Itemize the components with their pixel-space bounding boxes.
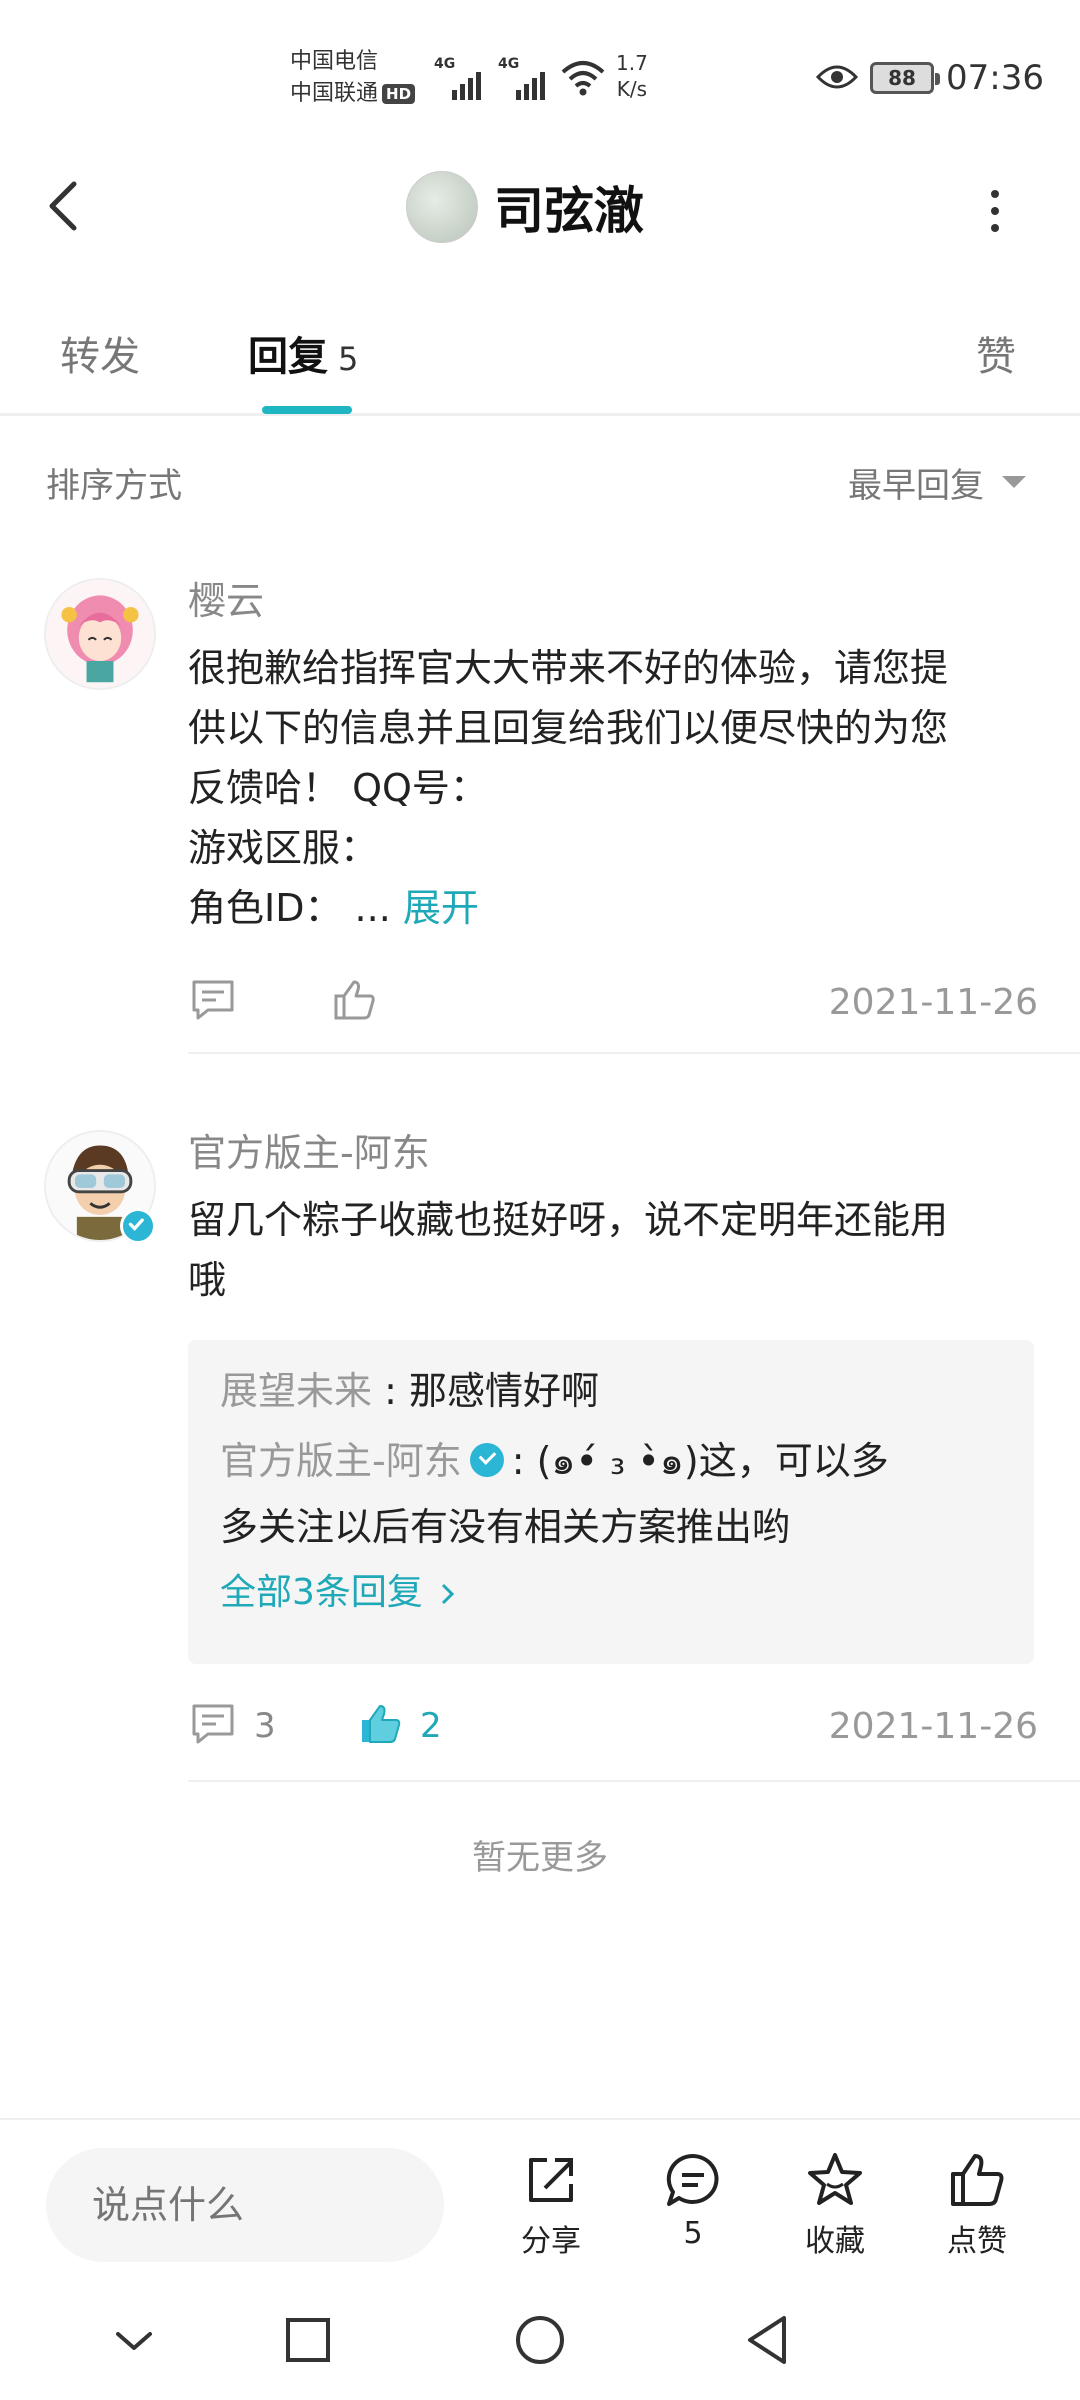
comment-line: 很抱歉给指挥官大大带来不好的体验，请您提: [188, 646, 949, 690]
back-icon[interactable]: [40, 176, 90, 236]
home-icon[interactable]: [510, 2310, 570, 2370]
tab-label: 赞: [976, 334, 1016, 380]
all-replies-label: 全部3条回复: [220, 1572, 423, 1613]
header: 司弦澈: [0, 150, 1080, 270]
all-replies-link[interactable]: 全部3条回复: [220, 1558, 1002, 1628]
reply-icon[interactable]: [190, 1702, 236, 1746]
page-title: 司弦澈: [494, 182, 644, 240]
star-icon: [808, 2153, 862, 2205]
carrier-1: 中国电信: [290, 49, 379, 74]
thumbs-up-icon[interactable]: [332, 978, 378, 1022]
chevron-down-icon[interactable]: [104, 2310, 164, 2370]
tab-label: 转发: [60, 334, 140, 380]
check-icon: [128, 1218, 144, 1231]
reply-icon[interactable]: [190, 978, 236, 1022]
reply-text: (๑•́ ₃ •̀๑)这，可以多: [536, 1439, 889, 1483]
bottom-action-bar: 分享 5 收藏 点赞: [0, 2118, 1080, 2282]
net-speed-unit: K/s: [616, 77, 648, 101]
comments-count: 5: [683, 2216, 703, 2251]
more-options-icon[interactable]: [980, 186, 1010, 236]
comment-line: 哦: [188, 1258, 227, 1302]
thumbs-up-icon: [951, 2154, 1004, 2206]
battery-indicator: 88: [870, 62, 940, 94]
wifi-icon: [561, 61, 605, 96]
share-icon: [529, 2158, 573, 2202]
favorite-label: 收藏: [805, 2224, 865, 2259]
like-button[interactable]: 点赞: [922, 2150, 1032, 2280]
verified-badge-icon: [469, 1442, 504, 1477]
comment-username[interactable]: 樱云: [188, 570, 264, 625]
recent-apps-icon[interactable]: [278, 2310, 338, 2370]
comment-line: 留几个粽子收藏也挺好呀，说不定明年还能用: [188, 1198, 949, 1242]
back-triangle-icon[interactable]: [738, 2310, 798, 2370]
share-button[interactable]: 分享: [496, 2150, 606, 2280]
carrier-info: 中国电信 中国联通 HD: [290, 46, 416, 110]
comment-line: 游戏区服：: [188, 826, 379, 870]
comment-text[interactable]: 很抱歉给指挥官大大带来不好的体验，请您提 供以下的信息并且回复给我们以便尽快的为…: [188, 638, 1048, 938]
signal-icon: 4G: [434, 56, 488, 100]
comment-date: 2021-11-26: [828, 982, 1038, 1023]
reply-preview[interactable]: 官方版主-阿东: (๑•́ ₃ •̀๑)这，可以多: [220, 1426, 1002, 1496]
tab-replies[interactable]: 回复 5: [248, 324, 358, 382]
sort-dropdown[interactable]: 最早回复: [848, 458, 984, 507]
like-count: 2: [420, 1706, 442, 1746]
reply-username[interactable]: 官方版主-阿东: [220, 1439, 462, 1483]
title-wrap[interactable]: 司弦澈: [406, 170, 644, 244]
system-nav-bar: [0, 2282, 1080, 2400]
reply-count: 3: [254, 1706, 276, 1746]
comment-text[interactable]: 留几个粽子收藏也挺好呀，说不定明年还能用 哦: [188, 1190, 1048, 1310]
sort-row: 排序方式 最早回复: [0, 440, 1080, 520]
tab-indicator: [262, 406, 352, 414]
comments-button[interactable]: 5: [638, 2150, 748, 2280]
reply-preview[interactable]: 展望未来 : 那感情好啊: [220, 1356, 1002, 1426]
no-more-label: 暂无更多: [472, 1838, 608, 1878]
author-avatar[interactable]: [406, 171, 478, 243]
tab-count: 5: [338, 340, 359, 378]
comment-bubble-icon: [666, 2153, 719, 2206]
verified-badge-icon: [120, 1208, 156, 1244]
avatar[interactable]: [44, 578, 156, 690]
tab-repost[interactable]: 转发: [60, 324, 140, 382]
comment-input[interactable]: [46, 2148, 444, 2262]
signal-tag: 4G: [498, 56, 520, 72]
comment-actions: 3 2 2021-11-26: [188, 1694, 1038, 1754]
comment-username[interactable]: 官方版主-阿东: [188, 1122, 430, 1177]
reply-text-continued: 多关注以后有没有相关方案推出哟: [220, 1505, 791, 1549]
status-bar: 中国电信 中国联通 HD 4G 4G 1.7 K/s 88 07:36: [0, 0, 1080, 150]
comment-actions: 2021-11-26: [188, 970, 1038, 1030]
comment-line: 角色ID： ...: [188, 886, 403, 930]
hd-badge: HD: [382, 84, 416, 104]
signal-icon: 4G: [498, 56, 552, 100]
reply-text: 那感情好啊: [408, 1369, 599, 1413]
eye-comfort-icon: [816, 65, 858, 89]
divider: [188, 1052, 1080, 1054]
divider: [188, 1780, 1080, 1782]
comment-line: 供以下的信息并且回复给我们以便尽快的为您: [188, 706, 949, 750]
comment-line: 反馈哈！ QQ号：: [188, 766, 488, 810]
signal-tag: 4G: [434, 56, 456, 72]
favorite-button[interactable]: 收藏: [780, 2150, 890, 2280]
like-label: 点赞: [947, 2224, 1007, 2259]
thumbs-up-filled-icon[interactable]: [358, 1702, 404, 1746]
tab-label: 回复: [248, 334, 328, 380]
net-speed: 1.7 K/s: [616, 50, 648, 102]
anime-avatar-icon: [46, 580, 154, 688]
carrier-2: 中国联通: [290, 81, 379, 106]
tab-bar: 转发 回复 5 赞: [0, 300, 1080, 416]
tab-likes[interactable]: 赞: [976, 324, 1016, 382]
reply-username[interactable]: 展望未来: [220, 1369, 372, 1413]
clock: 07:36: [946, 58, 1044, 98]
caret-down-icon[interactable]: [1002, 476, 1026, 488]
expand-link[interactable]: 展开: [403, 886, 479, 930]
reply-preview-box[interactable]: 展望未来 : 那感情好啊 官方版主-阿东: (๑•́ ₃ •̀๑)这，可以多 多…: [188, 1340, 1034, 1664]
net-speed-value: 1.7: [616, 51, 648, 75]
sort-label: 排序方式: [46, 466, 182, 506]
comment-date: 2021-11-26: [828, 1706, 1038, 1747]
chevron-right-icon: [442, 1583, 455, 1605]
share-label: 分享: [521, 2224, 581, 2259]
